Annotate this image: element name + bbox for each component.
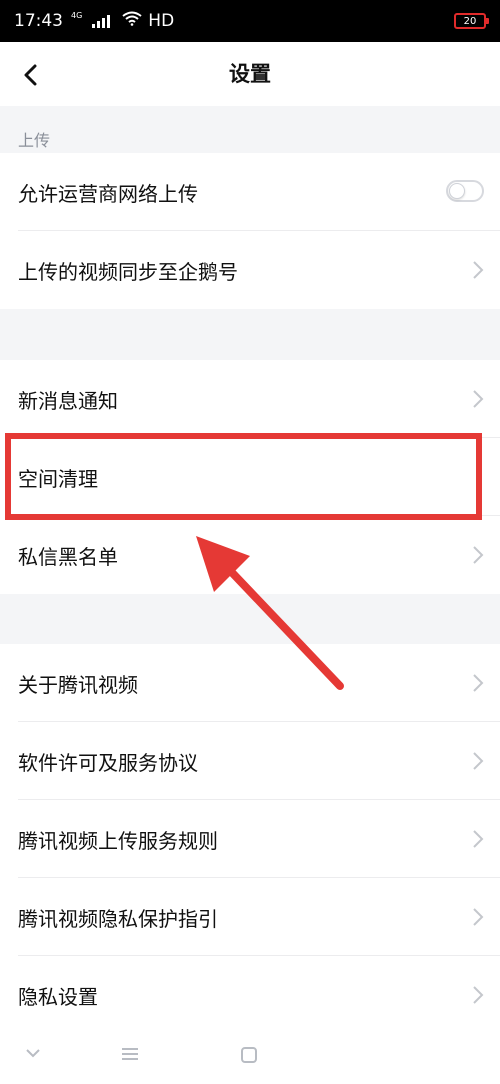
chevron-right-icon bbox=[473, 986, 484, 1004]
setting-sync-to-penguin[interactable]: 上传的视频同步至企鹅号 bbox=[0, 231, 500, 309]
back-button[interactable] bbox=[10, 52, 54, 96]
signal-icon bbox=[92, 14, 111, 28]
setting-label: 新消息通知 bbox=[18, 388, 118, 413]
chevron-right-icon bbox=[473, 674, 484, 692]
square-icon[interactable] bbox=[240, 1046, 258, 1064]
wifi-icon bbox=[122, 11, 142, 31]
chevron-right-icon bbox=[473, 752, 484, 770]
toggle-knob bbox=[449, 183, 465, 199]
chevron-right-icon bbox=[473, 546, 484, 564]
system-nav-bar bbox=[0, 1030, 500, 1084]
nav-bar: 设置 bbox=[0, 42, 500, 106]
chevron-right-icon bbox=[473, 261, 484, 279]
chevron-right-icon bbox=[473, 830, 484, 848]
setting-label: 隐私设置 bbox=[18, 984, 98, 1009]
setting-label: 腾讯视频隐私保护指引 bbox=[18, 906, 218, 931]
setting-label: 空间清理 bbox=[18, 466, 98, 491]
chevron-right-icon bbox=[473, 908, 484, 926]
menu-icon[interactable] bbox=[120, 1046, 140, 1062]
setting-label: 腾讯视频上传服务规则 bbox=[18, 828, 218, 853]
setting-label: 允许运营商网络上传 bbox=[18, 181, 198, 206]
battery-level: 20 bbox=[463, 15, 477, 27]
setting-label: 软件许可及服务协议 bbox=[18, 750, 198, 775]
setting-carrier-network-upload[interactable]: 允许运营商网络上传 bbox=[0, 153, 500, 231]
setting-about[interactable]: 关于腾讯视频 bbox=[0, 644, 500, 722]
setting-label: 关于腾讯视频 bbox=[18, 672, 138, 697]
setting-privacy-settings[interactable]: 隐私设置 bbox=[0, 956, 500, 1034]
status-time: 17:43 bbox=[14, 11, 63, 31]
setting-upload-rules[interactable]: 腾讯视频上传服务规则 bbox=[0, 800, 500, 878]
setting-dm-blacklist[interactable]: 私信黑名单 bbox=[0, 516, 500, 594]
setting-label: 上传的视频同步至企鹅号 bbox=[18, 259, 238, 284]
setting-label: 私信黑名单 bbox=[18, 544, 118, 569]
network-generation: 4G bbox=[71, 10, 83, 20]
chevron-left-icon bbox=[24, 64, 37, 86]
setting-new-message-notification[interactable]: 新消息通知 bbox=[0, 360, 500, 438]
setting-privacy-guide[interactable]: 腾讯视频隐私保护指引 bbox=[0, 878, 500, 956]
section-header-upload: 上传 bbox=[18, 131, 51, 150]
setting-storage-cleanup[interactable]: 空间清理 bbox=[0, 438, 500, 516]
page-title: 设置 bbox=[229, 62, 271, 86]
status-bar: 17:43 4G HD 20 bbox=[0, 0, 500, 42]
battery-icon: 20 bbox=[454, 13, 489, 29]
chevron-right-icon bbox=[473, 390, 484, 408]
network-type: HD bbox=[148, 11, 175, 31]
setting-license-agreement[interactable]: 软件许可及服务协议 bbox=[0, 722, 500, 800]
carrier-upload-toggle[interactable] bbox=[446, 180, 484, 202]
chevron-down-icon[interactable] bbox=[24, 1046, 42, 1060]
